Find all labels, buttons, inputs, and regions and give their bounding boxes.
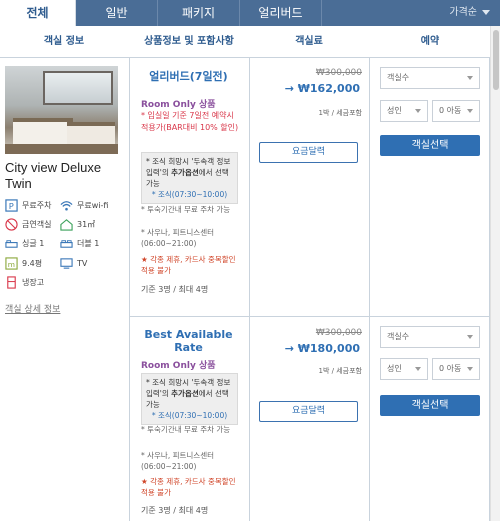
chevron-down-icon — [467, 76, 473, 80]
breakfast-option-box: * 조식 희망시 '두속객 정보입력'의 추가옵션에서 선택 가능 * 조식(0… — [141, 373, 238, 425]
breakfast-time: * 조식(07:30~10:00) — [151, 190, 228, 199]
adult-select[interactable]: 성인 — [380, 358, 428, 380]
room-photo[interactable] — [5, 66, 118, 154]
column-divider — [249, 58, 250, 521]
child-select[interactable]: 0 아동 — [432, 100, 480, 122]
capacity-info: 기준 3명 / 최대 4명 — [141, 506, 209, 515]
chevron-down-icon — [467, 109, 473, 113]
tab-package[interactable]: 패키지 — [158, 0, 240, 26]
tab-all[interactable]: 전체 — [0, 0, 76, 26]
original-price: ₩300,000 — [315, 68, 362, 78]
chevron-down-icon — [467, 367, 473, 371]
room-size-icon — [60, 219, 73, 231]
chevron-down-icon — [482, 9, 490, 15]
plan-type: Room Only 상품 — [141, 361, 216, 371]
vertical-scrollbar[interactable] — [490, 26, 500, 521]
column-header-rate: 객실료 — [295, 36, 323, 47]
amenity-no-smoking: 금연객실 — [5, 217, 51, 233]
single-bed-icon — [5, 240, 18, 248]
sort-dropdown[interactable]: 가격순 — [449, 0, 490, 26]
fridge-icon — [7, 276, 16, 289]
parking-icon: P — [5, 199, 18, 212]
parking-note: * 투숙기간내 무료 주차 가능 — [141, 205, 231, 214]
facility-note: * 사우나, 피트니스센터 (06:00~21:00) — [141, 228, 215, 248]
amenity-single-bed: 싱글 1 — [5, 236, 44, 252]
tab-bar: 전체 일반 패키지 얼리버드 가격순 — [0, 0, 500, 26]
column-divider — [129, 58, 130, 521]
room-name: City view Deluxe Twin — [5, 160, 102, 191]
amenity-room-size: 31㎡ — [60, 217, 95, 233]
promo-note: * 입실일 기준 7일전 예약시 적용가(BAR대비 10% 할인) — [141, 111, 239, 132]
svg-text:P: P — [9, 201, 14, 211]
room-count-select[interactable]: 객실수 — [380, 326, 480, 348]
room-detail-link[interactable]: 객실 상세 정보 — [5, 302, 60, 315]
chevron-down-icon — [415, 109, 421, 113]
row-divider — [130, 316, 490, 317]
amenity-double-bed: 더블 1 — [60, 236, 99, 252]
amenity-area: m 9.4평 — [5, 256, 42, 272]
wifi-icon — [60, 201, 73, 211]
column-header-product-info: 상품정보 및 포함사항 — [144, 36, 234, 47]
facility-note: * 사우나, 피트니스센터 (06:00~21:00) — [141, 451, 215, 471]
child-select[interactable]: 0 아동 — [432, 358, 480, 380]
area-icon: m — [5, 257, 18, 270]
discount-warning: ★ 각종 제휴, 카드사 중복할인 적용 불가 — [141, 255, 236, 275]
select-room-button[interactable]: 객실선택 — [380, 135, 480, 156]
parking-note: * 투숙기간내 무료 주차 가능 — [141, 425, 231, 434]
tab-general[interactable]: 일반 — [76, 0, 158, 26]
rate-calendar-button[interactable]: 요금달력 — [259, 142, 358, 163]
price-per-night: 1박 / 세금포함 — [318, 367, 362, 375]
plan-title[interactable]: 얼리버드(7일전) — [130, 68, 247, 84]
rate-calendar-button[interactable]: 요금달력 — [259, 401, 358, 422]
plan-title[interactable]: Best Available Rate — [130, 328, 247, 354]
tab-early-bird[interactable]: 얼리버드 — [240, 0, 322, 26]
svg-text:m: m — [8, 260, 15, 269]
double-bed-icon — [60, 240, 73, 248]
discount-price: → ₩162,000 — [284, 82, 360, 95]
amenity-parking: P 무료주차 — [5, 198, 51, 214]
amenity-tv: TV — [60, 256, 87, 272]
tv-icon — [60, 258, 73, 269]
sort-label: 가격순 — [449, 7, 477, 18]
plan-type: Room Only 상품 — [141, 100, 216, 110]
discount-warning: ★ 각종 제휴, 카드사 중복할인 적용 불가 — [141, 477, 236, 497]
discount-price: → ₩180,000 — [284, 342, 360, 355]
no-smoking-icon — [5, 218, 18, 231]
column-divider — [369, 58, 370, 521]
column-header-room-info: 객실 정보 — [43, 36, 85, 47]
amenity-wifi: 무료wi-fi — [60, 198, 108, 214]
chevron-down-icon — [415, 367, 421, 371]
breakfast-option-box: * 조식 희망시 '두속객 정보입력'의 추가옵션에서 선택 가능 * 조식(0… — [141, 152, 238, 204]
table-header: 객실 정보 상품정보 및 포함사항 객실료 예약 — [0, 26, 490, 58]
capacity-info: 기준 3명 / 최대 4명 — [141, 285, 209, 294]
amenity-fridge: 냉장고 — [5, 275, 44, 291]
column-header-reservation: 예약 — [420, 36, 440, 47]
select-room-button[interactable]: 객실선택 — [380, 395, 480, 416]
original-price: ₩300,000 — [315, 328, 362, 338]
scrollbar-thumb[interactable] — [493, 30, 499, 90]
chevron-down-icon — [467, 335, 473, 339]
breakfast-time: * 조식(07:30~10:00) — [151, 411, 228, 420]
adult-select[interactable]: 성인 — [380, 100, 428, 122]
room-count-select[interactable]: 객실수 — [380, 67, 480, 89]
price-per-night: 1박 / 세금포함 — [318, 109, 362, 117]
